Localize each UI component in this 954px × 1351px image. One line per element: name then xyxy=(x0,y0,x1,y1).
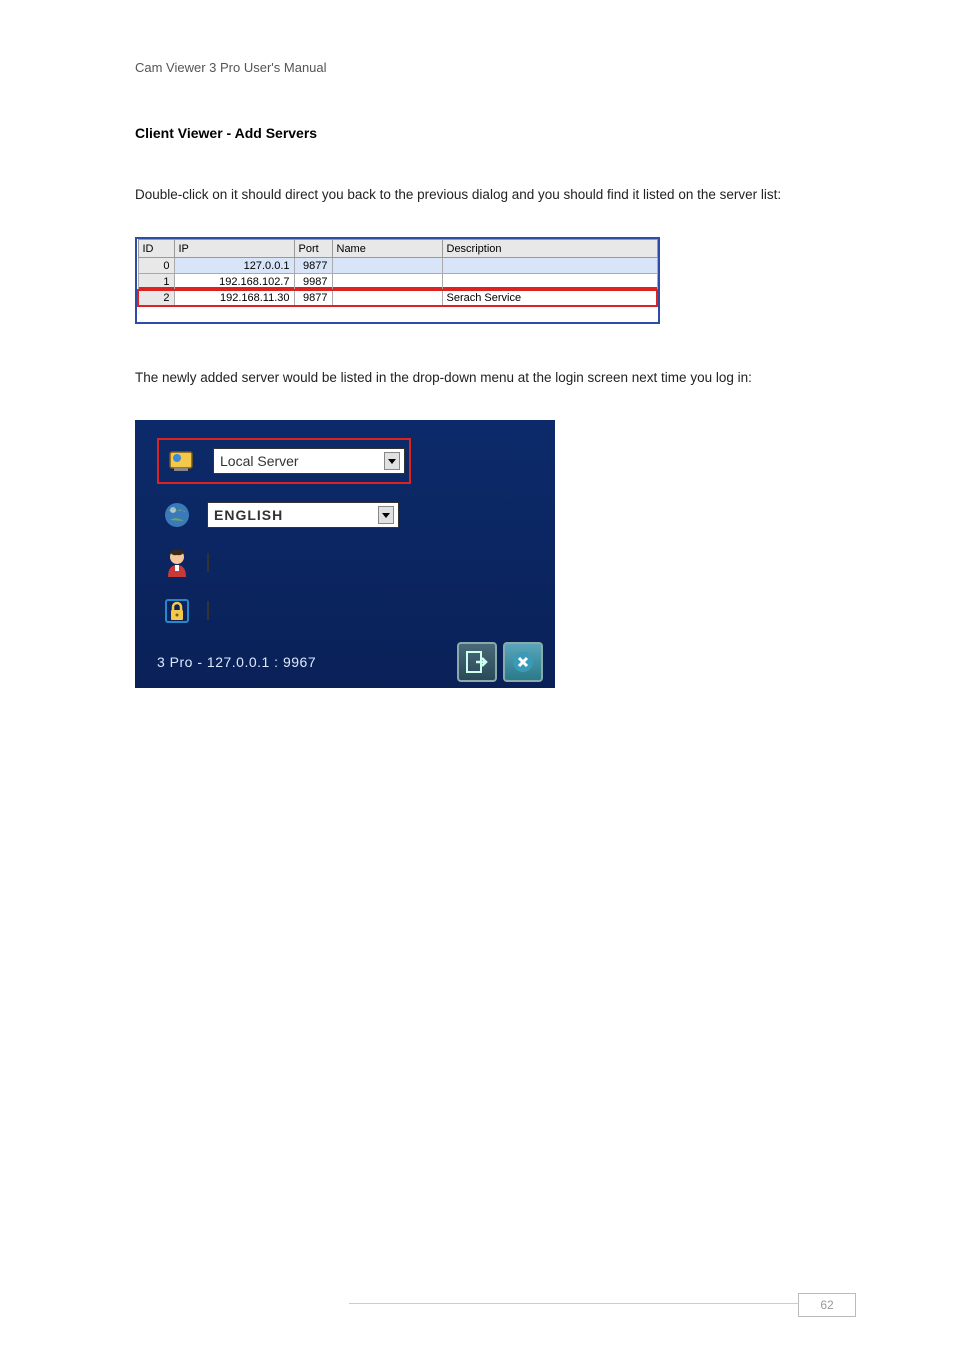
cell-id: 0 xyxy=(138,258,174,274)
login-panel: Local Server ENGLISH xyxy=(135,420,555,688)
close-button[interactable] xyxy=(503,642,543,682)
paragraph-2: The newly added server would be listed i… xyxy=(135,364,819,392)
username-field[interactable] xyxy=(207,553,209,572)
cell-desc: Serach Service xyxy=(442,290,657,306)
cell-port: 9987 xyxy=(294,274,332,290)
table-empty-area xyxy=(138,306,657,322)
page-number: 62 xyxy=(798,1293,856,1317)
globe-icon xyxy=(157,498,197,532)
language-dropdown-value: ENGLISH xyxy=(214,507,283,523)
cell-port: 9877 xyxy=(294,258,332,274)
table-header-row: ID IP Port Name Description xyxy=(138,240,657,258)
col-id[interactable]: ID xyxy=(138,240,174,258)
user-icon xyxy=(157,546,197,580)
cell-id: 1 xyxy=(138,274,174,290)
login-button[interactable] xyxy=(457,642,497,682)
table-row[interactable]: 0 127.0.0.1 9877 xyxy=(138,258,657,274)
document-header: Cam Viewer 3 Pro User's Manual xyxy=(135,60,819,75)
server-dropdown[interactable]: Local Server xyxy=(213,448,405,474)
close-icon xyxy=(511,650,535,674)
col-port[interactable]: Port xyxy=(294,240,332,258)
cell-port: 9877 xyxy=(294,290,332,306)
section-title: Client Viewer - Add Servers xyxy=(135,125,819,141)
paragraph-1: Double-click on it should direct you bac… xyxy=(135,181,819,209)
cell-name xyxy=(332,274,442,290)
login-icon xyxy=(464,649,490,675)
password-field[interactable] xyxy=(207,601,209,620)
col-ip[interactable]: IP xyxy=(174,240,294,258)
server-dropdown-highlight: Local Server xyxy=(157,438,411,484)
cell-desc xyxy=(442,258,657,274)
col-description[interactable]: Description xyxy=(442,240,657,258)
chevron-down-icon[interactable] xyxy=(378,506,394,524)
table-row-highlighted[interactable]: 2 192.168.11.30 9877 Serach Service xyxy=(138,290,657,306)
cell-ip: 192.168.11.30 xyxy=(174,290,294,306)
cell-id: 2 xyxy=(138,290,174,306)
lock-icon xyxy=(157,594,197,628)
cell-name xyxy=(332,290,442,306)
server-list-table: ID IP Port Name Description 0 127.0.0.1 … xyxy=(135,237,660,324)
server-dropdown-value: Local Server xyxy=(220,453,299,469)
server-icon xyxy=(163,444,203,478)
cell-ip: 192.168.102.7 xyxy=(174,274,294,290)
col-name[interactable]: Name xyxy=(332,240,442,258)
language-dropdown[interactable]: ENGLISH xyxy=(207,502,399,528)
cell-ip: 127.0.0.1 xyxy=(174,258,294,274)
cell-desc xyxy=(442,274,657,290)
login-status: 3 Pro - 127.0.0.1 : 9967 xyxy=(157,654,316,670)
table-row[interactable]: 1 192.168.102.7 9987 xyxy=(138,274,657,290)
cell-name xyxy=(332,258,442,274)
chevron-down-icon[interactable] xyxy=(384,452,400,470)
